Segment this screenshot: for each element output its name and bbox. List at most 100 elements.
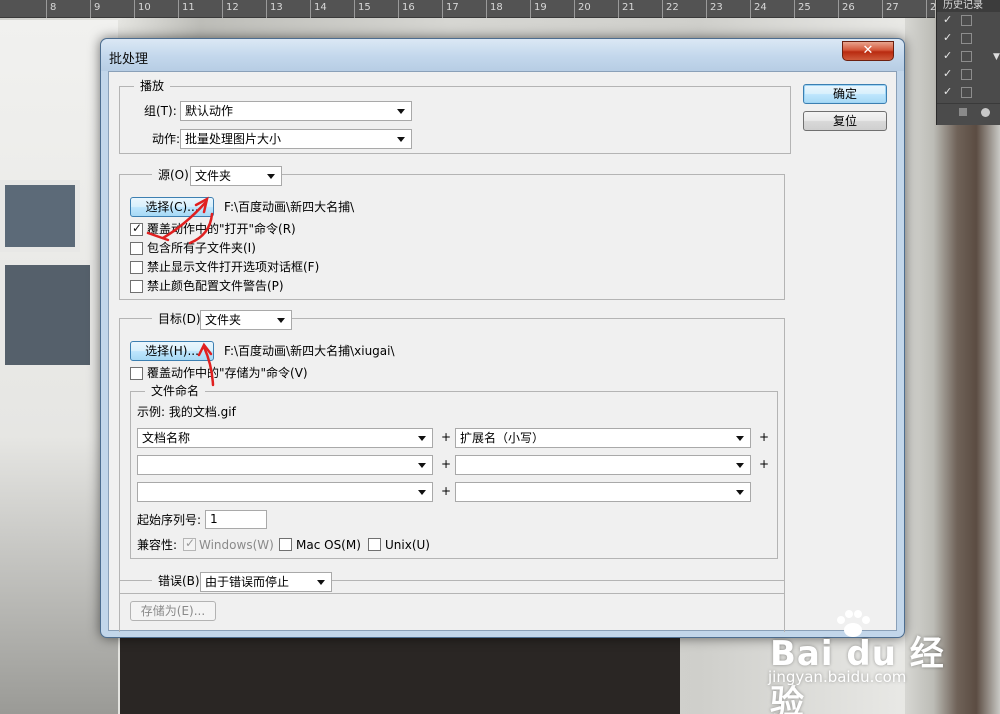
errors-select[interactable]: 由于错误而停止 xyxy=(200,572,332,592)
file-naming-legend: 文件命名 xyxy=(145,384,206,398)
action-select[interactable]: 批量处理图片大小 xyxy=(180,129,412,149)
serial-label: 起始序列号: xyxy=(137,513,202,527)
compat-unix-label: Unix(U) xyxy=(385,538,430,552)
history-panel-footer xyxy=(937,103,1000,120)
ok-button[interactable]: 确定 xyxy=(803,84,887,104)
baidu-jingyan-watermark: Bai du 经验 jingyan.baidu.com xyxy=(768,604,968,714)
serial-input[interactable]: 1 xyxy=(205,510,267,529)
naming-example: 示例: 我的文档.gif xyxy=(137,405,236,419)
chevron-down-icon xyxy=(736,436,744,441)
play-group-legend: 播放 xyxy=(134,79,171,93)
expand-arrow-icon[interactable]: ▼ xyxy=(993,52,1000,62)
history-row[interactable]: ✓ xyxy=(937,66,1000,84)
ruler-tick: 19 xyxy=(530,0,547,18)
chevron-down-icon xyxy=(736,490,744,495)
ruler-tick: 20 xyxy=(574,0,591,18)
history-panel-title: 历史记录 xyxy=(937,0,1000,12)
ruler-tick: 27 xyxy=(882,0,899,18)
ruler-tick: 23 xyxy=(706,0,723,18)
destination-select-value: 文件夹 xyxy=(205,313,242,327)
compat-macos-checkbox[interactable] xyxy=(279,538,292,551)
ruler-tick: 11 xyxy=(178,0,195,18)
naming-field-value: 扩展名（小写） xyxy=(460,431,545,445)
override-open-label: 覆盖动作中的"打开"命令(R) xyxy=(147,222,296,236)
source-select[interactable]: 文件夹 xyxy=(190,166,282,186)
suppress-open-dialogs-checkbox[interactable] xyxy=(130,261,143,274)
history-row[interactable]: ✓ xyxy=(937,30,1000,48)
destination-label: 目标(D): xyxy=(152,311,207,327)
dialog-toggle-box[interactable] xyxy=(961,15,972,26)
include-subfolders-label: 包含所有子文件夹(I) xyxy=(147,241,256,255)
chevron-down-icon xyxy=(418,463,426,468)
plus-sign: + xyxy=(441,430,452,444)
compat-unix-checkbox[interactable] xyxy=(368,538,381,551)
errors-group: 错误(B): 由于错误而停止 存储为(E)... xyxy=(119,572,785,632)
source-group: 源(O): 文件夹 选择(C)... F:\百度动画\新四大名捕\ 覆盖动作中的… xyxy=(119,166,785,300)
naming-field-2[interactable]: 扩展名（小写） xyxy=(455,428,751,448)
source-choose-button[interactable]: 选择(C)... xyxy=(130,197,214,217)
override-open-checkbox[interactable] xyxy=(130,221,143,236)
history-row[interactable]: ✓ xyxy=(937,84,1000,102)
ruler-tick: 8 xyxy=(46,0,56,18)
action-select-value: 批量处理图片大小 xyxy=(185,132,282,146)
set-select-value: 默认动作 xyxy=(185,104,234,118)
ruler-tick: 17 xyxy=(442,0,459,18)
plus-sign: + xyxy=(441,457,452,471)
dialog-toggle-box[interactable] xyxy=(961,69,972,80)
check-icon: ✓ xyxy=(943,67,953,80)
ruler-tick: 28 xyxy=(926,0,943,18)
naming-field-6[interactable] xyxy=(455,482,751,502)
dialog-client-area: 播放 组(T): 默认动作 动作: 批量处理图片大小 确定 复位 源(O): 文… xyxy=(108,71,897,632)
chevron-down-icon xyxy=(736,463,744,468)
history-row[interactable]: ✓ xyxy=(937,48,1000,66)
record-icon[interactable] xyxy=(981,108,990,117)
override-save-as-checkbox[interactable] xyxy=(130,367,143,380)
compat-label: 兼容性: xyxy=(137,538,178,552)
reset-button[interactable]: 复位 xyxy=(803,111,887,131)
batch-dialog: 批处理 ✕ 播放 组(T): 默认动作 动作: 批量处理图片大小 确定 复位 源… xyxy=(100,38,905,638)
dialog-toggle-box[interactable] xyxy=(961,51,972,62)
ruler-tick: 21 xyxy=(618,0,635,18)
source-select-value: 文件夹 xyxy=(195,169,232,183)
ruler-tick: 15 xyxy=(354,0,371,18)
chevron-down-icon xyxy=(317,580,325,585)
destination-select[interactable]: 文件夹 xyxy=(200,310,292,330)
include-subfolders-checkbox[interactable] xyxy=(130,242,143,255)
close-button[interactable]: ✕ xyxy=(842,41,894,61)
dialog-toggle-box[interactable] xyxy=(961,87,972,98)
history-panel: 历史记录 ✓ ✓ ✓ ✓ ✓ ▼ xyxy=(936,0,1000,125)
set-select[interactable]: 默认动作 xyxy=(180,101,412,121)
ruler-tick: 10 xyxy=(134,0,151,18)
suppress-color-warnings-label: 禁止颜色配置文件警告(P) xyxy=(147,279,284,293)
check-icon: ✓ xyxy=(943,13,953,26)
naming-field-1[interactable]: 文档名称 xyxy=(137,428,433,448)
check-icon: ✓ xyxy=(943,49,953,62)
action-label: 动作: xyxy=(152,132,181,146)
chevron-down-icon xyxy=(267,174,275,179)
naming-field-3[interactable] xyxy=(137,455,433,475)
background-window xyxy=(0,260,95,370)
dialog-toggle-box[interactable] xyxy=(961,33,972,44)
ruler-tick: 16 xyxy=(398,0,415,18)
stop-icon[interactable] xyxy=(959,108,967,116)
ruler-tick: 18 xyxy=(486,0,503,18)
plus-sign: + xyxy=(441,484,452,498)
history-row[interactable]: ✓ xyxy=(937,12,1000,30)
ruler-tick: 24 xyxy=(750,0,767,18)
plus-sign: + xyxy=(759,457,770,471)
suppress-color-warnings-checkbox[interactable] xyxy=(130,280,143,293)
play-group: 播放 组(T): 默认动作 动作: 批量处理图片大小 xyxy=(119,79,791,154)
watermark-url: jingyan.baidu.com xyxy=(768,668,907,686)
chevron-down-icon xyxy=(418,436,426,441)
ruler-tick: 12 xyxy=(222,0,239,18)
naming-field-4[interactable] xyxy=(455,455,751,475)
destination-choose-button[interactable]: 选择(H)... xyxy=(130,341,214,361)
dialog-titlebar[interactable]: 批处理 ✕ xyxy=(101,39,904,71)
override-save-as-label: 覆盖动作中的"存储为"命令(V) xyxy=(147,366,308,380)
naming-field-5[interactable] xyxy=(137,482,433,502)
ruler-tick: 26 xyxy=(838,0,855,18)
ruler-tick: 14 xyxy=(310,0,327,18)
plus-sign: + xyxy=(759,430,770,444)
destination-path: F:\百度动画\新四大名捕\xiugai\ xyxy=(224,344,395,358)
check-icon: ✓ xyxy=(943,31,953,44)
